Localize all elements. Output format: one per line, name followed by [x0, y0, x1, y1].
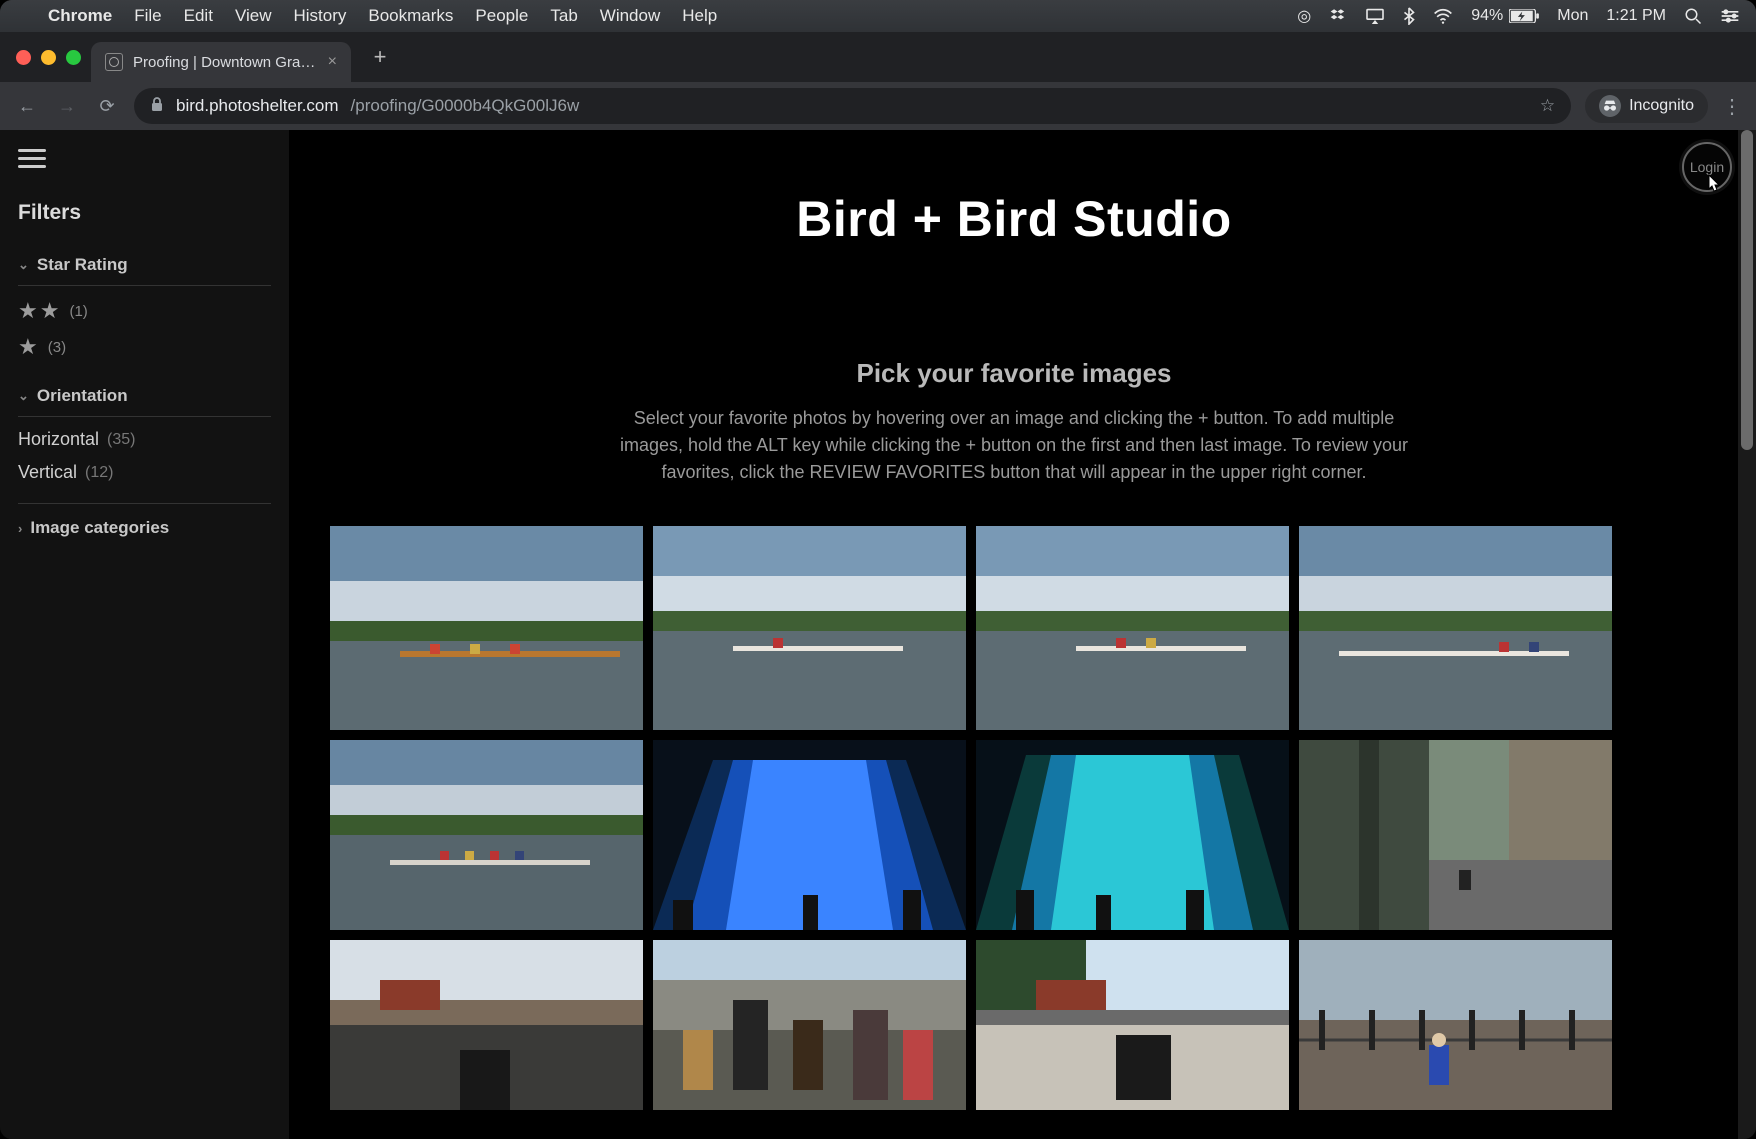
- menu-edit[interactable]: Edit: [184, 6, 213, 26]
- bookmark-star-icon[interactable]: ☆: [1540, 96, 1555, 116]
- page-viewport: Filters Star Rating ★★ (1) ★ (3): [0, 130, 1756, 1139]
- menu-people[interactable]: People: [475, 6, 528, 26]
- page-instructions: Select your favorite photos by hovering …: [609, 405, 1419, 486]
- menubar-app-name[interactable]: Chrome: [48, 6, 112, 26]
- hamburger-icon[interactable]: [18, 149, 46, 171]
- filter-option-label: Vertical: [18, 462, 77, 483]
- cursor-icon: [1706, 174, 1722, 197]
- gallery-thumbnail[interactable]: [653, 940, 966, 1110]
- vertical-scrollbar[interactable]: [1738, 130, 1756, 1139]
- filter-count: (12): [85, 464, 113, 482]
- window-close-icon[interactable]: [16, 50, 31, 65]
- star-icon: ★: [18, 334, 40, 360]
- forward-button[interactable]: →: [54, 96, 80, 117]
- record-icon[interactable]: ◎: [1297, 6, 1311, 26]
- menubar-clock[interactable]: 1:21 PM: [1606, 7, 1666, 25]
- airplay-icon[interactable]: [1365, 8, 1385, 24]
- menu-file[interactable]: File: [134, 6, 161, 26]
- dropbox-icon[interactable]: [1329, 7, 1347, 25]
- battery-percent: 94%: [1471, 7, 1503, 25]
- gallery-thumbnail[interactable]: [976, 940, 1289, 1110]
- tab-close-icon[interactable]: ×: [328, 53, 337, 71]
- filters-sidebar: Filters Star Rating ★★ (1) ★ (3): [0, 130, 290, 1139]
- window-minimize-icon[interactable]: [41, 50, 56, 65]
- studio-title: Bird + Bird Studio: [290, 190, 1738, 248]
- gallery-thumbnail[interactable]: [330, 940, 643, 1110]
- gallery-thumbnail[interactable]: [1299, 940, 1612, 1110]
- menubar-day[interactable]: Mon: [1557, 7, 1588, 25]
- url-host: bird.photoshelter.com: [176, 96, 339, 116]
- window-zoom-icon[interactable]: [66, 50, 81, 65]
- battery-icon[interactable]: 94%: [1471, 7, 1539, 25]
- filter-option-horizontal[interactable]: Horizontal (35): [18, 429, 271, 450]
- gallery-thumbnail[interactable]: [1299, 526, 1612, 730]
- menu-tab[interactable]: Tab: [550, 6, 577, 26]
- chevron-down-icon: [18, 257, 29, 273]
- filter-count: (3): [48, 339, 66, 356]
- bluetooth-icon[interactable]: [1403, 7, 1415, 25]
- gallery-thumbnail[interactable]: [653, 526, 966, 730]
- filter-option-1-star[interactable]: ★ (3): [18, 334, 271, 360]
- menu-view[interactable]: View: [235, 6, 272, 26]
- chevron-right-icon: [18, 521, 22, 536]
- wifi-icon[interactable]: [1433, 8, 1453, 24]
- scrollbar-thumb[interactable]: [1741, 130, 1753, 450]
- address-bar[interactable]: bird.photoshelter.com/proofing/G0000b4Qk…: [134, 88, 1571, 124]
- tab-title: Proofing | Downtown Grand Ra...: [133, 54, 318, 71]
- filter-label: Orientation: [37, 386, 128, 406]
- spotlight-icon[interactable]: [1684, 7, 1702, 25]
- filters-heading: Filters: [18, 201, 271, 225]
- gallery-thumbnail[interactable]: [330, 526, 643, 730]
- filter-count: (35): [107, 431, 135, 449]
- filter-group-orientation: Orientation Horizontal (35) Vertical (12…: [18, 386, 271, 483]
- filter-label: Image categories: [30, 518, 169, 538]
- filter-option-2-stars[interactable]: ★★ (1): [18, 298, 271, 324]
- filter-header-star-rating[interactable]: Star Rating: [18, 255, 271, 286]
- macos-menubar: Chrome File Edit View History Bookmarks …: [0, 0, 1756, 32]
- gallery-thumbnail[interactable]: [976, 526, 1289, 730]
- window-controls[interactable]: [10, 50, 91, 65]
- gallery: [290, 526, 1738, 1110]
- gallery-thumbnail[interactable]: [1299, 740, 1612, 930]
- back-button[interactable]: ←: [14, 96, 40, 117]
- filter-header-image-categories[interactable]: Image categories: [18, 503, 271, 538]
- page-heading: Pick your favorite images: [290, 358, 1738, 389]
- browser-tab[interactable]: Proofing | Downtown Grand Ra... ×: [91, 42, 351, 82]
- chrome-menu-icon[interactable]: ⋮: [1722, 94, 1742, 119]
- star-icon: ★★: [18, 298, 61, 324]
- login-label: Login: [1690, 159, 1724, 175]
- lock-icon: [150, 96, 164, 116]
- menu-help[interactable]: Help: [682, 6, 717, 26]
- url-path: /proofing/G0000b4QkG00lJ6w: [351, 96, 580, 116]
- chrome-tabstrip: Proofing | Downtown Grand Ra... × +: [0, 32, 1756, 82]
- chrome-toolbar: ← → ⟳ bird.photoshelter.com/proofing/G00…: [0, 82, 1756, 130]
- tab-favicon-icon: [105, 53, 123, 71]
- menu-bookmarks[interactable]: Bookmarks: [368, 6, 453, 26]
- menu-history[interactable]: History: [293, 6, 346, 26]
- filter-label: Star Rating: [37, 255, 128, 275]
- incognito-label: Incognito: [1629, 97, 1694, 115]
- filter-option-label: Horizontal: [18, 429, 99, 450]
- reload-button[interactable]: ⟳: [94, 96, 120, 117]
- gallery-thumbnail[interactable]: [976, 740, 1289, 930]
- filter-count: (1): [69, 303, 87, 320]
- gallery-thumbnail[interactable]: [330, 740, 643, 930]
- new-tab-button[interactable]: +: [363, 40, 397, 74]
- incognito-badge[interactable]: Incognito: [1585, 89, 1708, 123]
- chevron-down-icon: [18, 388, 29, 404]
- control-center-icon[interactable]: [1720, 8, 1740, 24]
- menu-window[interactable]: Window: [600, 6, 660, 26]
- filter-group-star-rating: Star Rating ★★ (1) ★ (3): [18, 255, 271, 360]
- gallery-thumbnail[interactable]: [653, 740, 966, 930]
- incognito-icon: [1599, 95, 1621, 117]
- filter-header-orientation[interactable]: Orientation: [18, 386, 271, 417]
- filter-option-vertical[interactable]: Vertical (12): [18, 462, 271, 483]
- main-content: Login Bird + Bird Studio Pick your favor…: [290, 130, 1756, 1139]
